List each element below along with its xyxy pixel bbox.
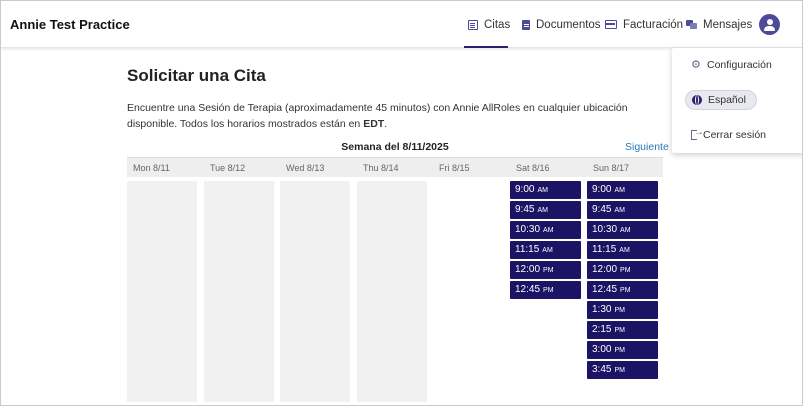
time-slot-time: 2:15 — [592, 324, 612, 335]
top-header: Annie Test Practice Citas Documentos Fac… — [1, 1, 802, 48]
day-header-7: Sun 8/17 — [593, 163, 630, 173]
day-header-6: Sat 8/16 — [516, 163, 550, 173]
unavailable-day-column — [357, 181, 427, 402]
time-slot-time: 12:45 — [515, 284, 541, 295]
nav-documentos-label: Documentos — [536, 18, 601, 31]
time-slot-button[interactable]: 10:30 AM — [587, 221, 658, 239]
active-nav-indicator — [464, 46, 508, 48]
unavailable-day-column — [127, 181, 197, 402]
nav-mensajes[interactable]: Mensajes — [686, 1, 752, 48]
globe-icon — [692, 95, 702, 105]
time-slot-button[interactable]: 11:15 AM — [587, 241, 658, 259]
time-slot-button[interactable]: 9:00 AM — [587, 181, 658, 199]
time-slot-button[interactable]: 9:45 AM — [587, 201, 658, 219]
time-slot-button[interactable]: 3:00 PM — [587, 341, 658, 359]
time-slot-time: 11:15 — [592, 244, 617, 255]
time-slot-button[interactable]: 2:15 PM — [587, 321, 658, 339]
credit-card-icon — [605, 20, 617, 29]
week-label: Semana del 8/11/2025 — [341, 141, 449, 153]
time-slot-time: 9:45 — [592, 204, 612, 215]
time-slot-ampm: PM — [543, 287, 554, 294]
time-slot-button[interactable]: 9:00 AM — [510, 181, 581, 199]
menu-item-language-label: Español — [708, 94, 746, 106]
time-slot-time: 9:00 — [592, 184, 612, 195]
time-slot-ampm: PM — [614, 367, 625, 374]
time-slot-ampm: AM — [620, 227, 631, 234]
user-dropdown-menu: ⚙ Configuración Español Cerrar sesión — [672, 48, 802, 153]
app-window: Annie Test Practice Citas Documentos Fac… — [0, 0, 803, 406]
time-slot-time: 3:45 — [592, 364, 612, 375]
time-slot-ampm: PM — [620, 267, 631, 274]
menu-item-logout[interactable]: Cerrar sesión — [691, 127, 767, 141]
time-slot-ampm: AM — [537, 207, 548, 214]
time-slot-time: 10:30 — [515, 224, 541, 235]
menu-item-logout-label: Cerrar sesión — [703, 129, 767, 141]
time-slot-button[interactable]: 10:30 AM — [510, 221, 581, 239]
time-slot-time: 12:45 — [592, 284, 618, 295]
menu-item-configuracion-label: Configuración — [707, 59, 772, 71]
timezone-label: EDT — [363, 118, 385, 130]
time-slot-button[interactable]: 11:15 AM — [510, 241, 581, 259]
nav-documentos[interactable]: Documentos — [522, 1, 601, 48]
unavailable-day-column — [204, 181, 274, 402]
nav-facturacion[interactable]: Facturación — [605, 1, 683, 48]
next-week-link[interactable]: Siguiente — [625, 141, 669, 153]
day-header-4: Thu 8/14 — [363, 163, 399, 173]
user-icon — [766, 18, 773, 25]
time-slot-ampm: PM — [543, 267, 554, 274]
time-slot-ampm: AM — [619, 247, 630, 254]
days-header: Mon 8/11 Tue 8/12 Wed 8/13 Thu 8/14 Fri 8/15… — [127, 157, 663, 177]
menu-item-language[interactable]: Español — [685, 90, 757, 110]
time-slot-ampm: AM — [543, 227, 554, 234]
time-slot-ampm: PM — [614, 307, 625, 314]
time-slot-button[interactable]: 12:45 PM — [510, 281, 581, 299]
calendar-icon — [468, 19, 478, 30]
document-icon — [522, 19, 530, 30]
day-header-3: Wed 8/13 — [286, 163, 325, 173]
intro-text: Encuentre una Sesión de Terapia (aproxim… — [127, 102, 628, 130]
time-slot-time: 9:00 — [515, 184, 535, 195]
time-slot-time: 12:00 — [592, 264, 618, 275]
day-header-2: Tue 8/12 — [210, 163, 246, 173]
time-slot-button[interactable]: 3:45 PM — [587, 361, 658, 379]
nav-citas[interactable]: Citas — [468, 1, 510, 48]
time-slot-time: 12:00 — [515, 264, 541, 275]
time-slot-ampm: PM — [620, 287, 631, 294]
time-slot-ampm: PM — [614, 327, 625, 334]
time-slot-button[interactable]: 12:45 PM — [587, 281, 658, 299]
time-slot-button[interactable]: 1:30 PM — [587, 301, 658, 319]
time-slot-button[interactable]: 12:00 PM — [587, 261, 658, 279]
day-header-5: Fri 8/15 — [439, 163, 470, 173]
time-slot-button[interactable]: 12:00 PM — [510, 261, 581, 279]
logout-icon — [691, 127, 704, 140]
time-slot-time: 3:00 — [592, 344, 612, 355]
time-slot-time: 1:30 — [592, 304, 612, 315]
time-slot-time: 11:15 — [515, 244, 540, 255]
user-menu-button[interactable] — [759, 14, 780, 35]
time-slot-ampm: PM — [614, 347, 625, 354]
time-slot-ampm: AM — [614, 207, 625, 214]
time-slot-button[interactable]: 9:45 AM — [510, 201, 581, 219]
gear-icon: ⚙ — [691, 59, 701, 71]
menu-item-configuracion[interactable]: ⚙ Configuración — [691, 59, 772, 71]
nav-facturacion-label: Facturación — [623, 18, 684, 31]
time-slot-time: 10:30 — [592, 224, 618, 235]
time-slot-ampm: AM — [542, 247, 553, 254]
unavailable-day-column — [280, 181, 350, 402]
practice-name[interactable]: Annie Test Practice — [10, 17, 130, 32]
day-header-1: Mon 8/11 — [133, 163, 170, 173]
time-slot-time: 9:45 — [515, 204, 535, 215]
page-title: Solicitar una Cita — [127, 66, 266, 85]
nav-mensajes-label: Mensajes — [703, 18, 753, 31]
time-slot-ampm: AM — [537, 187, 548, 194]
nav-citas-label: Citas — [484, 18, 511, 31]
messages-icon — [686, 19, 697, 30]
time-slot-ampm: AM — [614, 187, 625, 194]
